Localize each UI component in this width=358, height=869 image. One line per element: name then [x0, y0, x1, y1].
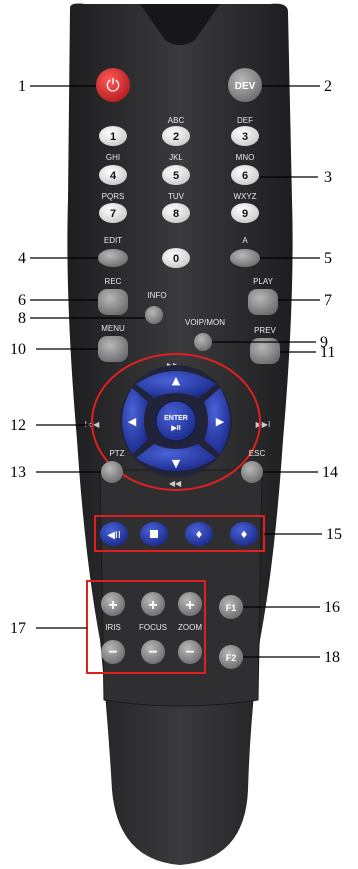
callout-13: 13: [10, 464, 26, 481]
f1-label: F1: [226, 603, 237, 613]
speaker-up-icon: ♦: [195, 530, 204, 541]
rewind-icon: ◀◀: [169, 479, 182, 488]
digit-8: 8: [173, 208, 179, 220]
a-label: A: [242, 236, 248, 245]
edit-label: EDIT: [104, 236, 122, 245]
stop-icon: [150, 530, 158, 538]
zoom-plus-icon: +: [185, 597, 194, 614]
digit-1: 1: [110, 131, 116, 143]
digit-6: 6: [242, 170, 248, 182]
callout-4: 4: [18, 250, 26, 267]
power-icon: ⏻: [106, 76, 120, 96]
iris-plus-icon: +: [108, 597, 117, 614]
prev-label: PREV: [254, 326, 276, 335]
down-arrow-icon: ▼: [172, 457, 181, 470]
callout-12: 12: [10, 417, 26, 434]
callout-7: 7: [324, 292, 332, 309]
esc-button[interactable]: [241, 461, 263, 483]
menu-button[interactable]: [98, 336, 128, 362]
f2-label: F2: [226, 653, 237, 663]
slow-play-icon: ◀II: [107, 530, 121, 541]
letters-3: DEF: [237, 116, 253, 125]
ptz-label: PTZ: [109, 449, 124, 458]
focus-label: FOCUS: [139, 623, 167, 632]
play-label: PLAY: [253, 277, 274, 286]
info-label: INFO: [147, 291, 166, 300]
letters-2: ABC: [168, 116, 185, 125]
callout-8: 8: [18, 310, 26, 327]
callout-17: 17: [10, 620, 26, 637]
right-arrow-icon: ▶: [216, 415, 225, 428]
digit-9: 9: [242, 208, 248, 220]
focus-plus-icon: +: [148, 597, 157, 614]
speaker-down-icon: ♦: [240, 530, 249, 541]
enter-label: ENTER: [164, 415, 188, 422]
callout-6: 6: [18, 292, 26, 309]
letters-8: TUV: [168, 192, 185, 201]
play-button[interactable]: [248, 289, 278, 315]
zoom-minus-icon: −: [185, 644, 194, 661]
info-button[interactable]: [145, 306, 163, 324]
letters-9: WXYZ: [233, 192, 256, 201]
letters-4: GHI: [106, 153, 120, 162]
callout-2: 2: [324, 78, 332, 95]
callout-10: 10: [10, 341, 26, 358]
left-arrow-icon: ◀: [128, 415, 137, 428]
callout-1: 1: [18, 78, 26, 95]
callout-11: 11: [320, 344, 335, 361]
edit-button[interactable]: [98, 249, 128, 267]
esc-label: ESC: [249, 449, 266, 458]
lower-panel: [99, 469, 263, 707]
rec-button[interactable]: [98, 289, 128, 315]
ptz-button[interactable]: [101, 461, 123, 483]
menu-label: MENU: [101, 324, 125, 333]
digit-3: 3: [242, 131, 248, 143]
dev-label: DEV: [235, 81, 256, 92]
callout-5: 5: [324, 250, 332, 267]
digit-0: 0: [173, 253, 179, 265]
skip-forward-icon: ▶▶I: [256, 420, 271, 429]
digit-5: 5: [173, 170, 179, 182]
rec-label: REC: [105, 277, 122, 286]
letters-5: JKL: [169, 153, 183, 162]
callout-14: 14: [322, 464, 338, 481]
digit-4: 4: [110, 170, 117, 182]
remote-control-diagram: ⏻ DEV ABC DEF 1 2 3 GHI JKL MNO 4 5 6 PQ…: [10, 3, 342, 865]
iris-label: IRIS: [105, 623, 121, 632]
a-button[interactable]: [230, 249, 260, 267]
voipmon-label: VOIP/MON: [185, 318, 225, 327]
callout-16: 16: [324, 599, 340, 616]
letters-6: MNO: [236, 153, 255, 162]
play-pause-icon: ▶II: [170, 425, 180, 432]
callout-15: 15: [326, 526, 342, 543]
voipmon-button[interactable]: [194, 333, 212, 351]
iris-minus-icon: −: [108, 644, 117, 661]
letters-7: PQRS: [102, 192, 125, 201]
callout-18: 18: [324, 649, 340, 666]
up-arrow-icon: ▲: [172, 374, 181, 387]
callout-3: 3: [324, 169, 332, 186]
digit-7: 7: [110, 208, 116, 220]
digit-2: 2: [173, 131, 179, 143]
focus-minus-icon: −: [148, 644, 157, 661]
zoom-label: ZOOM: [178, 623, 202, 632]
